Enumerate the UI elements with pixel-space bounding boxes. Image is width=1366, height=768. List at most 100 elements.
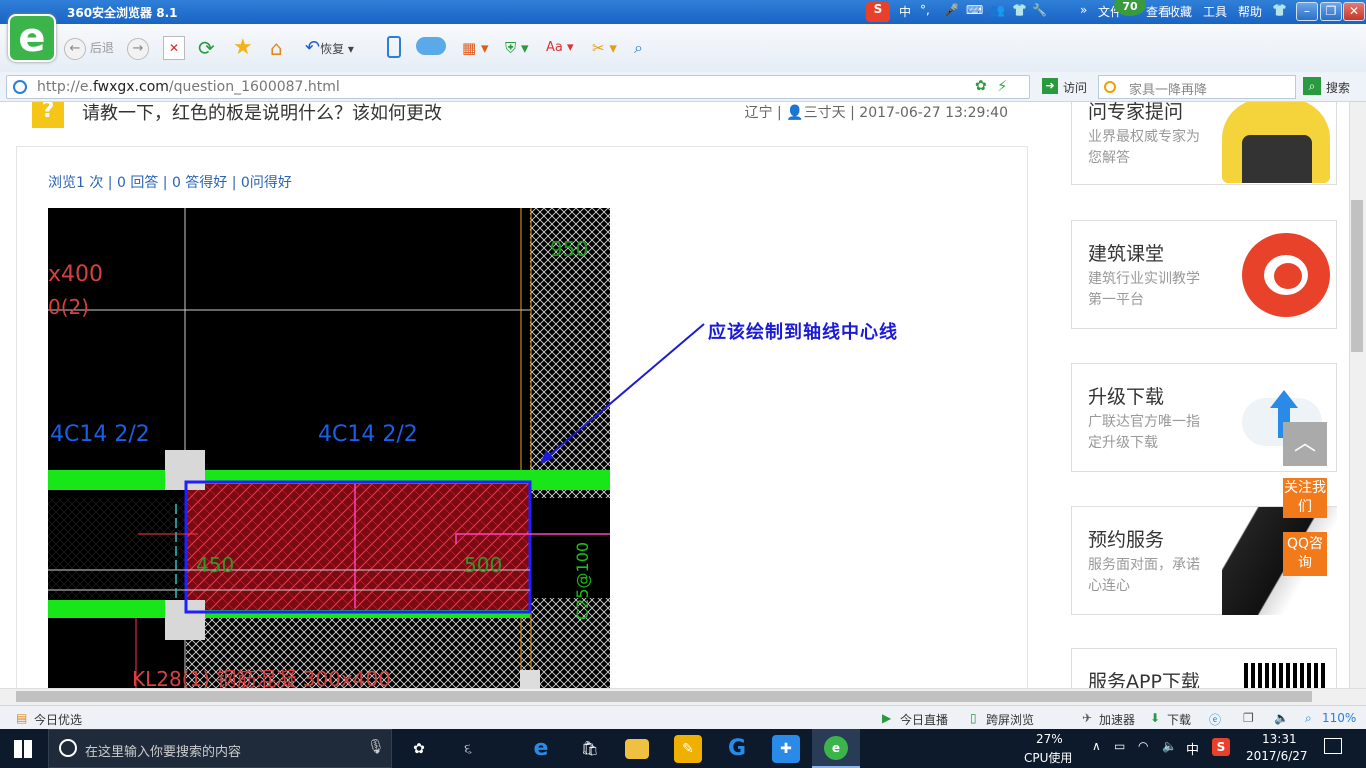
shield-icon[interactable]: ⛨ ▾ [505, 35, 529, 61]
glodon-icon[interactable]: G [723, 735, 751, 763]
wifi-icon[interactable]: ◠ [1138, 739, 1148, 753]
follow-us-button[interactable]: 关注我们 [1283, 478, 1327, 518]
home-icon[interactable]: ⌂ [270, 35, 283, 61]
search-icon[interactable]: ⌕ [1303, 77, 1321, 95]
active-browser-task[interactable]: e [812, 729, 860, 768]
menu-view[interactable]: 查看 [1146, 3, 1170, 20]
screenshot-icon[interactable]: ✂ ▾ [592, 35, 617, 61]
taskbar-search-box[interactable]: 在这里输入你要搜索的内容 🎙 [48, 729, 392, 768]
apps-icon[interactable]: ▦ ▾ [462, 35, 488, 61]
card-building-class[interactable]: 建筑课堂 建筑行业实训教学第一平台 [1071, 220, 1337, 329]
taskbar-ime[interactable]: 中 [1186, 739, 1199, 758]
plus-app-icon[interactable]: ✚ [772, 735, 800, 763]
speedup-icon[interactable]: ✿ [975, 78, 987, 94]
restore-button[interactable]: ↶恢复 ▾ [305, 35, 354, 61]
card-ask-expert-sub: 业界最权威专家为您解答 [1088, 129, 1200, 166]
back-to-top-button[interactable]: ︿ [1283, 422, 1327, 466]
clock-date[interactable]: 2017/6/27 [1246, 749, 1308, 763]
vertical-scrollbar[interactable] [1349, 102, 1366, 688]
vertical-scroll-thumb[interactable] [1351, 200, 1363, 352]
task-view-icon[interactable]: ✿ [405, 735, 433, 763]
lightning-icon[interactable]: ⚡ [997, 77, 1008, 95]
search-button[interactable]: 搜索 [1326, 79, 1350, 96]
favorite-star-icon[interactable]: ★ [233, 35, 253, 61]
mic-icon[interactable]: 🎙 [367, 739, 385, 755]
punctuation-icon[interactable]: °, [920, 3, 930, 17]
menu-help[interactable]: 帮助 [1238, 3, 1262, 20]
browser-360-icon: e [824, 736, 848, 760]
menu-tools[interactable]: 工具 [1203, 3, 1227, 20]
search-engine-icon [1104, 81, 1116, 93]
cortana-icon [59, 739, 77, 757]
cross-screen-link[interactable]: 跨屏浏览 [986, 711, 1034, 728]
question-region[interactable]: 辽宁 [745, 105, 773, 121]
tools-icon[interactable]: 🔧 [1032, 3, 1047, 17]
qr-code-icon [1244, 663, 1326, 688]
ime-mode[interactable]: 中 [899, 3, 911, 20]
edge-icon[interactable]: e [527, 735, 555, 763]
volume-icon[interactable]: 🔈 [1274, 711, 1289, 725]
user-icon[interactable]: 👥 [990, 3, 1005, 17]
skin-icon[interactable]: 👕 [1012, 3, 1027, 17]
expert-mascot-icon [1222, 102, 1330, 183]
notes-icon[interactable]: ✎ [674, 735, 702, 763]
microphone-icon[interactable]: 🎤 [944, 3, 959, 17]
card-ask-expert-title: 问专家提问 [1088, 102, 1184, 123]
battery-icon[interactable]: ▭ [1114, 739, 1125, 753]
window-icon[interactable]: ❐ [1243, 711, 1254, 725]
ie-icon[interactable]: ⓔ [1209, 711, 1221, 728]
stop-icon[interactable]: ✕ [163, 36, 185, 60]
zoom-icon[interactable]: ⌕ [634, 35, 643, 61]
search-placeholder: 家具一降再降 [1129, 83, 1208, 98]
windows-start-icon[interactable] [14, 740, 32, 758]
close-button[interactable]: ✕ [1343, 2, 1365, 21]
question-image[interactable]: x400 0(2) 950 4C14 2/2 4C14 2/2 450 500 … [48, 208, 610, 688]
phone-icon[interactable] [387, 36, 401, 58]
browser-logo[interactable]: e [8, 14, 56, 62]
menu-favorites[interactable]: 收藏 [1168, 3, 1192, 20]
back-button[interactable]: ← 后退 [64, 35, 114, 61]
search-input[interactable]: 家具一降再降 [1098, 75, 1296, 99]
card-ask-expert[interactable]: 问专家提问 业界最权威专家为您解答 [1071, 102, 1337, 185]
clock-time[interactable]: 13:31 [1262, 732, 1297, 746]
taskbar-search-placeholder: 在这里输入你要搜索的内容 [85, 745, 242, 760]
qq-consult-button[interactable]: QQ咨询 [1283, 532, 1327, 576]
accelerator-link[interactable]: 加速器 [1099, 711, 1135, 728]
address-bar[interactable]: http://e.fwxgx.com/question_1600087.html… [6, 75, 1030, 99]
card-app-download[interactable]: 服务APP下载 [1071, 648, 1337, 688]
building-class-logo-icon [1242, 233, 1330, 317]
keyboard-icon[interactable]: ⌨ [966, 3, 983, 17]
url-text[interactable]: http://e.fwxgx.com/question_1600087.html [37, 79, 340, 95]
zoom-level[interactable]: 110% [1322, 711, 1356, 725]
download-link[interactable]: 下载 [1167, 711, 1191, 728]
cloud-icon[interactable] [416, 37, 446, 55]
skin-shirt-icon[interactable]: 👕 [1272, 3, 1287, 17]
forward-button[interactable]: → [127, 35, 149, 61]
visit-button[interactable]: 访问 [1063, 79, 1087, 96]
cad-label-x400: x400 [48, 262, 103, 287]
today-live-link[interactable]: 今日直播 [900, 711, 948, 728]
sogou-ime-icon[interactable]: S [866, 2, 890, 22]
more-chevron-icon[interactable]: » [1080, 3, 1087, 17]
page-globe-icon [13, 80, 27, 94]
cad-label-4c14-mid: 4C14 2/2 [318, 422, 418, 447]
go-arrow-icon[interactable]: ➜ [1042, 78, 1058, 94]
refresh-icon[interactable]: ⟳ [198, 35, 215, 61]
undo-icon: ↶ [305, 37, 321, 58]
notification-icon[interactable] [1324, 738, 1342, 754]
translate-icon[interactable]: Aa ▾ [546, 35, 574, 61]
cpu-percent: 27% [1036, 732, 1063, 746]
speaker-icon[interactable]: 🔈 [1162, 739, 1177, 753]
sogou-tray-icon[interactable]: S [1212, 738, 1230, 756]
store-icon[interactable]: 🛍 [576, 735, 604, 763]
question-stats[interactable]: 浏览1 次 | 0 回答 | 0 答得好 | 0问得好 [48, 172, 292, 192]
maximize-button[interactable]: ❐ [1320, 2, 1342, 21]
minimize-button[interactable]: – [1296, 2, 1318, 21]
question-user[interactable]: 三寸天 [804, 105, 846, 121]
file-explorer-icon[interactable] [625, 739, 649, 759]
web-page: ? 请教一下，红色的板是说明什么？该如何更改 辽宁 | 👤三寸天 | 2017-… [0, 102, 1356, 688]
horizontal-scroll-thumb[interactable] [16, 691, 1312, 702]
app-swirl-icon[interactable]: ૬ [454, 735, 482, 763]
today-pick-link[interactable]: 今日优选 [34, 711, 82, 728]
tray-chevron-icon[interactable]: ∧ [1092, 739, 1101, 753]
